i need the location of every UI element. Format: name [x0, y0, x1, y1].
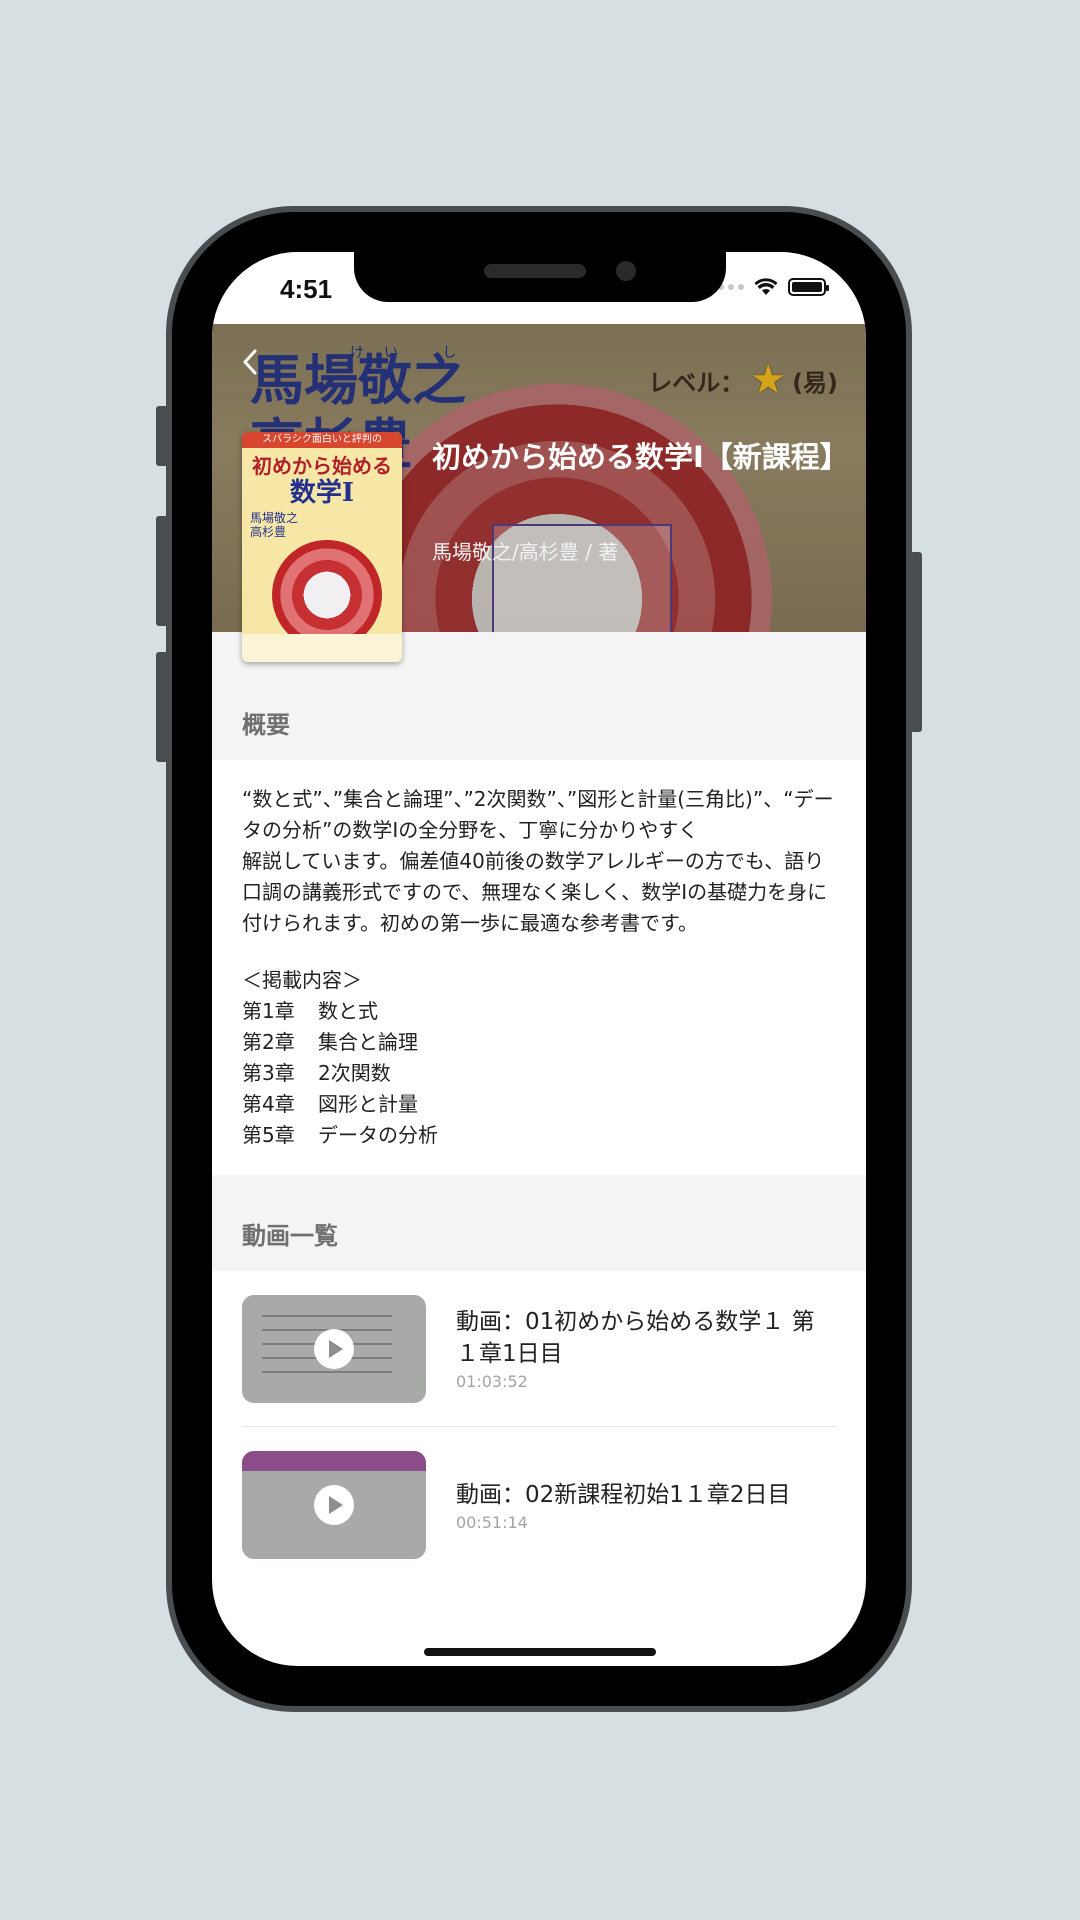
mute-switch [156, 406, 168, 466]
videos-heading: 動画一覧 [242, 1222, 338, 1250]
toc-chapter: 第2章 [242, 1030, 295, 1054]
power-button [910, 552, 922, 732]
toc: ＜掲載内容＞ 第1章 数と式 第2章 集合と論理 第3章 2次関数 第4章 図形と計量 … [212, 965, 866, 1175]
toc-title: 2次関数 [318, 1061, 391, 1085]
phone-bezel: 4:51 けい し 馬場敬之 高杉豊 レベル： [172, 212, 906, 1706]
toc-title: 集合と論理 [318, 1030, 418, 1054]
cover-title: 初めから始める [252, 454, 392, 478]
video-title: 動画：01初めから始める数学１ 第１章1日目 [456, 1309, 815, 1367]
thumbnail-band [242, 1451, 426, 1471]
toc-chapter: 第1章 [242, 999, 295, 1023]
video-info: 動画：01初めから始める数学１ 第１章1日目 01:03:52 [456, 1306, 832, 1391]
screen: 4:51 けい し 馬場敬之 高杉豊 レベル： [212, 252, 866, 1666]
speaker [484, 264, 586, 278]
phone-frame: 4:51 けい し 馬場敬之 高杉豊 レベル： [156, 206, 922, 1712]
volume-down-button [156, 652, 168, 762]
toc-row: 第2章 集合と論理 [242, 1027, 836, 1058]
toc-heading: ＜掲載内容＞ [242, 968, 362, 992]
book-title: 初めから始める数学Ⅰ【新課程】 [432, 440, 849, 474]
videos-section-header: 動画一覧 [212, 1175, 866, 1271]
back-button[interactable] [242, 348, 258, 383]
status-time: 4:51 [280, 274, 333, 304]
battery-icon [788, 278, 829, 296]
toc-row: 第5章 データの分析 [242, 1120, 836, 1151]
toc-chapter: 第5章 [242, 1123, 295, 1147]
volume-up-button [156, 516, 168, 626]
video-thumbnail[interactable] [242, 1294, 426, 1403]
book-author: 馬場敬之/高杉豊 / 著 [432, 540, 619, 564]
video-duration: 00:51:14 [456, 1512, 528, 1532]
toc-chapter: 第3章 [242, 1061, 295, 1085]
video-item[interactable]: 動画：02新課程初始1１章2日目 00:51:14 [242, 1427, 836, 1583]
book-cover: スバラシク面白いと評判の 初めから始める 数学Ⅰ 馬場敬之 高杉豊 [242, 432, 402, 662]
cover-bottom [242, 634, 402, 662]
cover-top-band: スバラシク面白いと評判の [242, 432, 402, 448]
play-icon[interactable] [314, 1485, 354, 1525]
video-title: 動画：02新課程初始1１章2日目 [456, 1481, 791, 1508]
toc-row: 第3章 2次関数 [242, 1058, 836, 1089]
toc-row: 第1章 数と式 [242, 996, 836, 1027]
video-list: 動画：01初めから始める数学１ 第１章1日目 01:03:52 動画：02新課程… [212, 1271, 866, 1583]
video-duration: 01:03:52 [456, 1372, 528, 1391]
video-thumbnail[interactable] [242, 1451, 426, 1559]
overview-description: “数と式”、”集合と論理”、”2次関数”、”図形と計量(三角比)”、“データの分… [242, 787, 834, 935]
toc-row: 第4章 図形と計量 [242, 1089, 836, 1120]
toc-title: 数と式 [318, 999, 378, 1023]
toc-title: 図形と計量 [318, 1092, 418, 1116]
chevron-left-icon [242, 349, 257, 375]
cover-authors: 馬場敬之 高杉豊 [250, 511, 299, 539]
play-icon[interactable] [314, 1328, 354, 1369]
overview-heading: 概要 [242, 711, 290, 739]
cover-subtitle: 数学Ⅰ [289, 478, 355, 508]
book-detail-content: 概要 “数と式”、”集合と論理”、”2次関数”、”図形と計量(三角比)”、“デー… [212, 632, 866, 1583]
front-camera [616, 261, 636, 281]
video-info: 動画：02新課程初始1１章2日目 00:51:14 [456, 1479, 832, 1532]
toc-chapter: 第4章 [242, 1092, 295, 1116]
status-icons [708, 278, 829, 296]
home-indicator[interactable] [424, 1648, 656, 1656]
video-item[interactable]: 動画：01初めから始める数学１ 第１章1日目 01:03:52 [242, 1271, 836, 1427]
toc-title: データの分析 [318, 1123, 438, 1147]
notch [354, 252, 726, 302]
wifi-icon [754, 278, 778, 295]
